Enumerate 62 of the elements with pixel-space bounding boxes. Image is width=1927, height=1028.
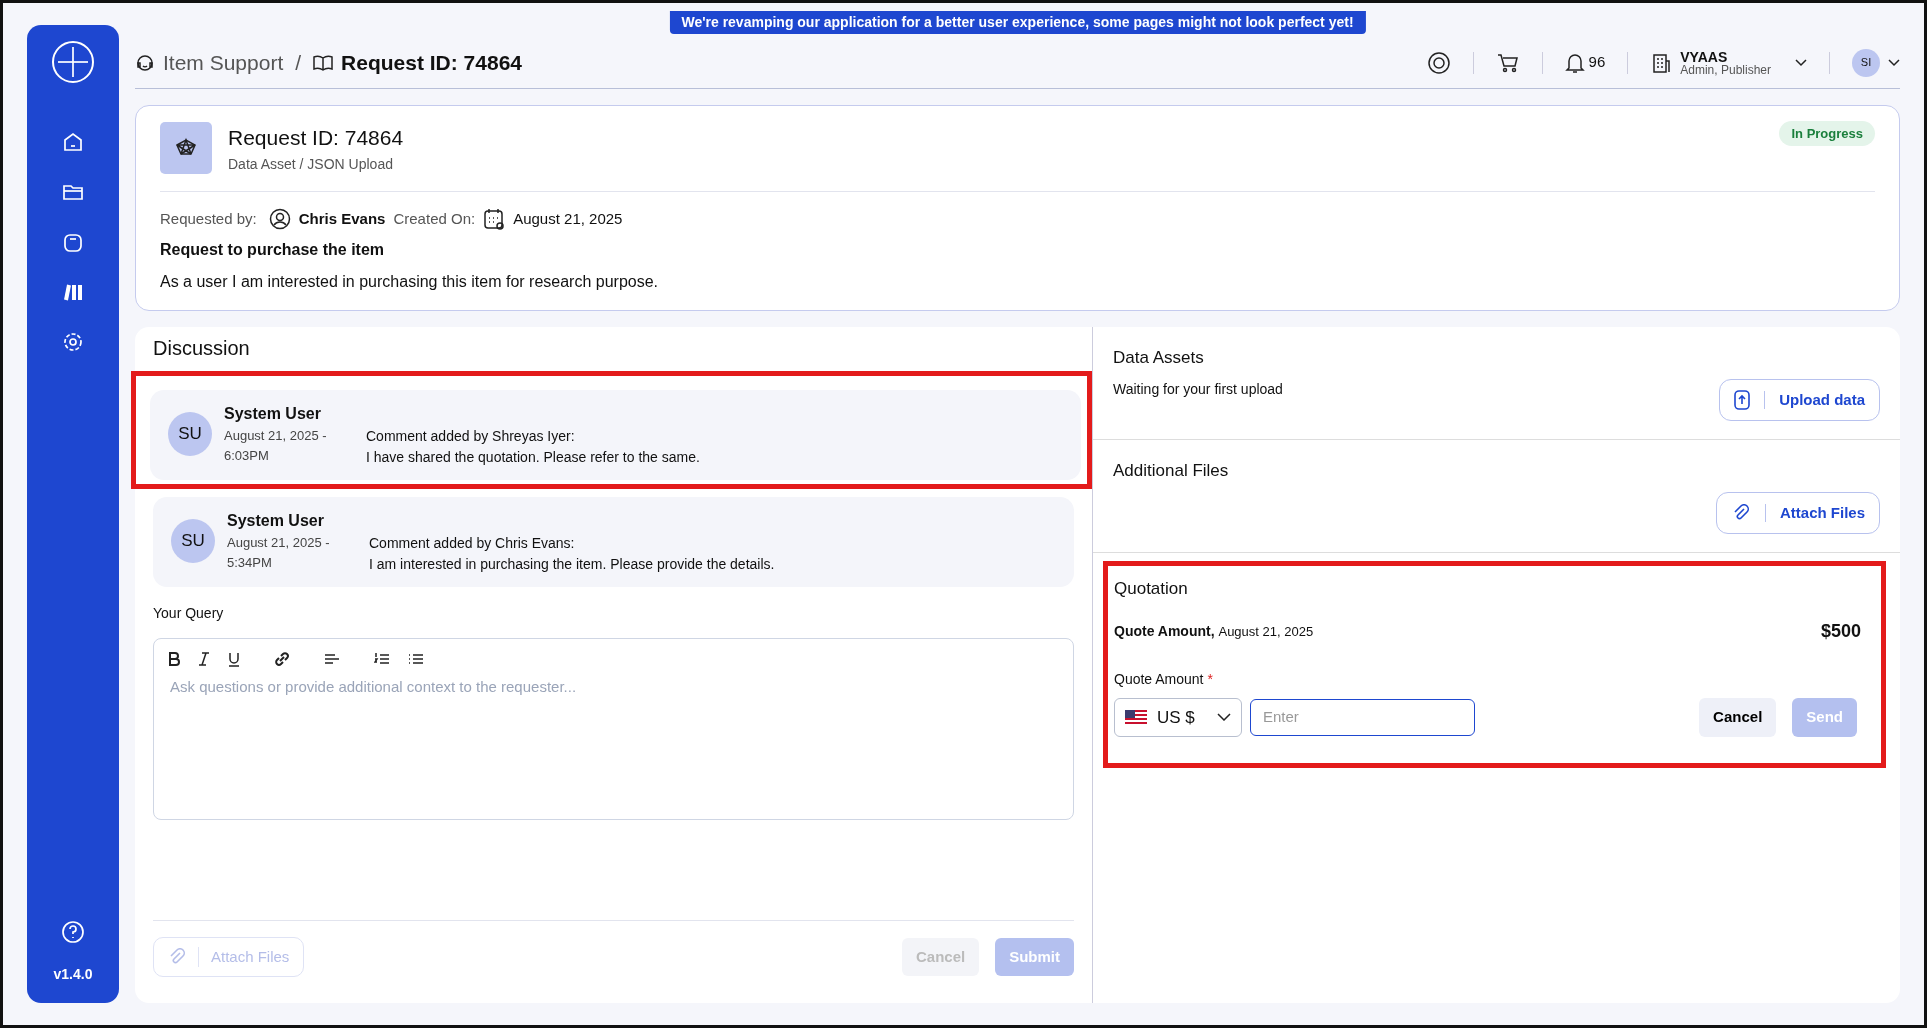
requester-name: Chris Evans xyxy=(298,208,386,229)
comment-time: August 21, 2025 - 5:34PM xyxy=(227,534,331,572)
upload-data-button[interactable]: Upload data xyxy=(1719,378,1880,421)
section-title: Data Assets xyxy=(1113,347,1205,369)
chevron-down-icon xyxy=(1217,713,1231,722)
status-badge: In Progress xyxy=(1779,121,1875,146)
comment-author: System User xyxy=(224,404,322,424)
requested-by-label: Requested by: xyxy=(160,208,257,229)
building-icon xyxy=(1650,51,1673,74)
amount-input[interactable]: Enter xyxy=(1250,699,1475,736)
avatar: SU xyxy=(168,412,212,456)
quote-entry: Quote Amount, August 21, 2025 xyxy=(1114,621,1314,641)
announcement-banner: We're revamping our application for a better user experience, some pages might not look perfect yet! xyxy=(669,11,1366,34)
cancel-button[interactable]: Cancel xyxy=(1699,698,1777,737)
request-title: Request ID: 74864 xyxy=(228,125,404,151)
chevron-down-icon[interactable] xyxy=(1888,58,1900,67)
request-description: As a user I am interested in purchasing this item for research purpose. xyxy=(160,272,659,292)
target-icon[interactable] xyxy=(1426,50,1451,75)
request-type: Data Asset / JSON Upload xyxy=(228,154,394,174)
section-title: Additional Files xyxy=(1113,460,1230,482)
chevron-down-icon[interactable] xyxy=(1795,58,1807,67)
field-label: Your Query xyxy=(153,604,225,623)
comment-title: Comment added by Shreyas Iyer: xyxy=(366,427,576,446)
support-icon xyxy=(135,52,155,73)
breadcrumb-item: Request ID: 74864 xyxy=(341,49,522,76)
attach-files-button[interactable]: Attach Files xyxy=(1715,491,1880,534)
version-label: v1.4.0 xyxy=(53,965,93,984)
home-icon[interactable] xyxy=(62,131,84,153)
flag-icon xyxy=(1125,710,1147,725)
avatar: SU xyxy=(171,519,215,563)
upload-status: Waiting for your first upload xyxy=(1113,379,1283,399)
section-title: Quotation xyxy=(1114,578,1189,600)
comment-time: August 21, 2025 - 6:03PM xyxy=(224,427,328,465)
breadcrumb-separator: / xyxy=(295,49,302,76)
comment-text: I am interested in purchasing the item. Please provide the details. xyxy=(369,555,775,574)
required-mark: * xyxy=(1207,670,1213,687)
user-icon xyxy=(268,207,291,230)
notification-count: 96 xyxy=(1588,52,1606,73)
logo-icon xyxy=(50,39,96,85)
currency-select[interactable]: US $ xyxy=(1114,697,1242,737)
created-date: August 21, 2025 xyxy=(513,208,623,229)
user-name: VYAAS xyxy=(1680,49,1729,64)
user-roles: Admin, Publisher xyxy=(1680,63,1771,76)
request-heading: Request to purchase the item xyxy=(160,240,386,260)
help-icon[interactable] xyxy=(61,920,85,944)
settings-icon[interactable] xyxy=(62,331,84,353)
avatar[interactable]: SI xyxy=(1852,48,1880,77)
breadcrumb-item[interactable]: Item Support xyxy=(163,46,284,79)
cart-icon[interactable] xyxy=(1495,51,1520,74)
comment-author: System User xyxy=(227,511,325,531)
created-on-label: Created On: xyxy=(393,208,476,229)
comment-text: I have shared the quotation. Please refer to the same. xyxy=(366,448,700,467)
paperclip-icon xyxy=(168,947,186,966)
calendar-icon xyxy=(483,207,506,230)
bag-icon[interactable] xyxy=(62,231,84,253)
quote-amount: $500 xyxy=(1820,619,1861,643)
upload-icon xyxy=(1734,389,1751,410)
field-label: Quote Amount xyxy=(1114,670,1204,687)
bell-icon[interactable] xyxy=(1564,51,1585,74)
section-title: Discussion xyxy=(153,336,251,361)
network-icon xyxy=(160,122,212,174)
comment-title: Comment added by Chris Evans: xyxy=(369,534,576,553)
